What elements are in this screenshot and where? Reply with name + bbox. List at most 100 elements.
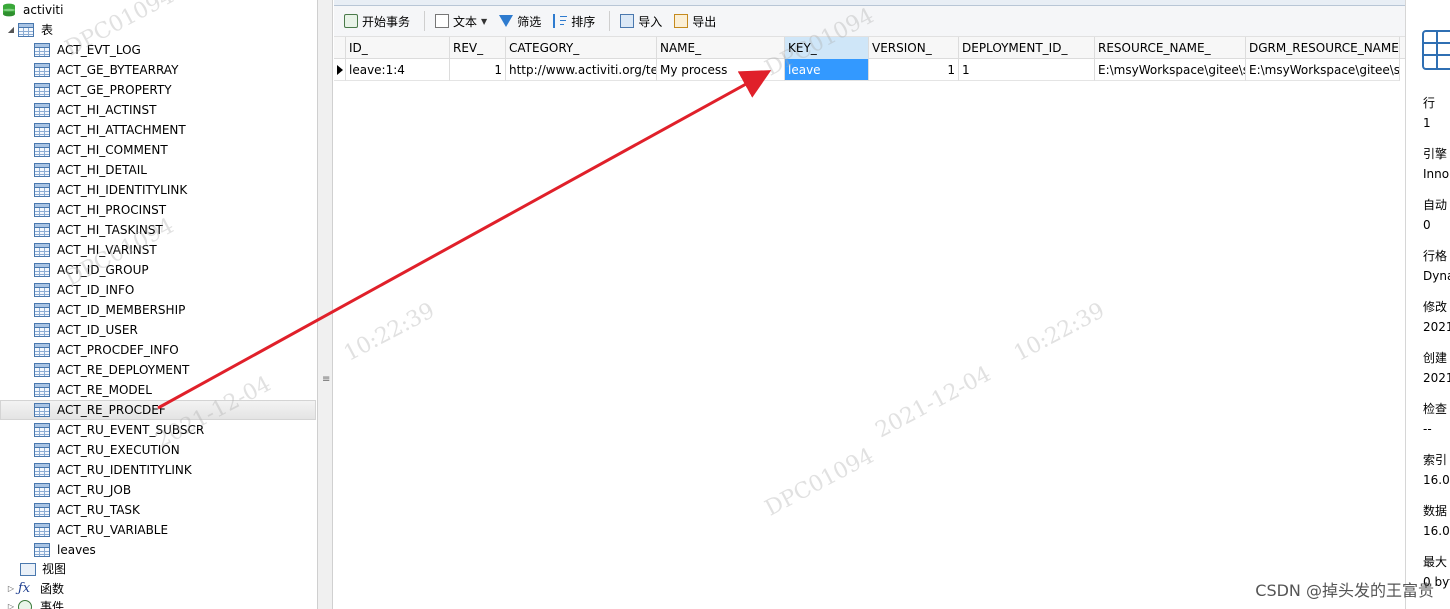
column-header[interactable]: DGRM_RESOURCE_NAME — [1246, 37, 1400, 59]
table-row[interactable]: leave:1:4 1 http://www.activiti.org/tes My … — [334, 59, 1405, 81]
column-header[interactable]: ID_ — [346, 37, 450, 59]
document-icon — [435, 14, 450, 28]
begin-transaction-button[interactable]: 开始事务 — [340, 9, 414, 33]
tree-views-group[interactable]: 视图 — [20, 559, 66, 579]
tree-table-item[interactable]: ACT_HI_ATTACHMENT — [34, 120, 186, 140]
tables-group-icon — [18, 23, 34, 37]
grid-cell[interactable]: leave — [785, 59, 869, 81]
tree-table-item[interactable]: ACT_ID_INFO — [34, 280, 134, 300]
info-label: 自动 — [1423, 198, 1448, 212]
grid-cell[interactable]: leave:1:4 — [346, 59, 450, 81]
tree-table-item[interactable]: ACT_RU_TASK — [34, 500, 140, 520]
grid-cell[interactable]: My process — [657, 59, 785, 81]
tree-database[interactable]: activiti — [2, 0, 63, 20]
expand-icon[interactable]: ▷ — [6, 597, 16, 609]
tree-table-item[interactable]: ACT_GE_BYTEARRAY — [34, 60, 178, 80]
tree-table-item[interactable]: ACT_HI_VARINST — [34, 240, 157, 260]
collapse-icon[interactable]: ◢ — [6, 20, 16, 40]
database-icon — [3, 3, 15, 17]
column-header[interactable]: KEY_ — [785, 37, 869, 59]
table-icon — [34, 523, 50, 537]
text-view-button[interactable]: 文本 ▼ — [431, 9, 491, 33]
table-name: ACT_RE_MODEL — [57, 383, 152, 397]
tree-functions-group[interactable]: ▷ ƒx 函数 — [6, 579, 64, 599]
column-header[interactable]: RESOURCE_NAME_ — [1095, 37, 1246, 59]
tree-table-item[interactable]: ACT_HI_TASKINST — [34, 220, 163, 240]
filter-button[interactable]: 筛选 — [495, 9, 545, 33]
table-name: ACT_RU_EXECUTION — [57, 443, 180, 457]
tree-table-item[interactable]: ACT_RE_MODEL — [34, 380, 152, 400]
info-value: -- — [1423, 422, 1432, 436]
current-row-indicator[interactable] — [334, 59, 346, 81]
tree-table-item[interactable]: ACT_RU_EXECUTION — [34, 440, 180, 460]
export-label: 导出 — [692, 14, 717, 29]
info-label: 行格 — [1423, 249, 1448, 263]
tree-events-group[interactable]: ▷ 事件 — [6, 597, 64, 609]
panel-splitter[interactable]: ≡ — [318, 0, 333, 609]
toolbar-divider — [609, 11, 611, 31]
sort-button[interactable]: 排序 — [549, 9, 599, 33]
grid-cell[interactable]: E:\msyWorkspace\gitee\s — [1246, 59, 1400, 81]
table-name: ACT_EVT_LOG — [57, 43, 141, 57]
column-header[interactable]: NAME_ — [657, 37, 785, 59]
splitter-grip-icon[interactable]: ≡ — [322, 374, 330, 385]
info-value: 2021 — [1423, 371, 1450, 385]
tree-table-item[interactable]: ACT_RU_EVENT_SUBSCR — [34, 420, 204, 440]
table-name: ACT_ID_GROUP — [57, 263, 149, 277]
grid-body: leave:1:4 1 http://www.activiti.org/tes My … — [334, 59, 1405, 81]
table-icon — [34, 363, 50, 377]
events-group-label: 事件 — [40, 600, 65, 609]
tree-table-item[interactable]: ACT_EVT_LOG — [34, 40, 141, 60]
tree-table-item[interactable]: ACT_PROCDEF_INFO — [34, 340, 179, 360]
tree-table-item[interactable]: ACT_ID_GROUP — [34, 260, 149, 280]
table-icon — [34, 543, 50, 557]
column-header[interactable]: CATEGORY_ — [506, 37, 657, 59]
transaction-icon — [344, 14, 358, 28]
info-value: 16.00 — [1423, 524, 1450, 538]
grid-cell[interactable]: 1 — [869, 59, 959, 81]
table-icon — [34, 383, 50, 397]
import-button[interactable]: 导入 — [616, 9, 666, 33]
app-window: activiti ◢ 表 ACT_EVT_LOG ACT_GE_BYTEARRAY… — [0, 0, 1450, 609]
table-icon — [34, 243, 50, 257]
tree-table-item[interactable]: ACT_HI_ACTINST — [34, 100, 156, 120]
info-value: 1 — [1423, 116, 1431, 130]
table-icon — [34, 83, 50, 97]
tree-tables-group[interactable]: ◢ 表 — [6, 20, 53, 40]
column-header[interactable]: REV_ — [450, 37, 506, 59]
table-name: leaves — [57, 543, 96, 557]
tree-table-item[interactable]: ACT_RE_DEPLOYMENT — [34, 360, 189, 380]
tree-table-item[interactable]: ACT_RE_PROCDEF — [0, 400, 316, 420]
tree-table-item[interactable]: ACT_HI_DETAIL — [34, 160, 147, 180]
column-header[interactable]: DEPLOYMENT_ID_ — [959, 37, 1095, 59]
table-name: ACT_RU_TASK — [57, 503, 140, 517]
table-icon — [34, 443, 50, 457]
tree-table-item[interactable]: ACT_ID_USER — [34, 320, 138, 340]
tree-table-item[interactable]: ACT_HI_PROCINST — [34, 200, 166, 220]
export-icon — [674, 14, 689, 28]
import-label: 导入 — [638, 14, 663, 29]
grid-cell[interactable]: 1 — [450, 59, 506, 81]
table-name: ACT_RE_PROCDEF — [57, 403, 166, 417]
info-value: 0 — [1423, 218, 1431, 232]
tree-table-item[interactable]: ACT_HI_IDENTITYLINK — [34, 180, 187, 200]
tree-table-item[interactable]: ACT_RU_IDENTITYLINK — [34, 460, 192, 480]
caret-down-icon[interactable]: ▼ — [481, 17, 487, 26]
tree-table-item[interactable]: ACT_ID_MEMBERSHIP — [34, 300, 185, 320]
views-group-label: 视图 — [42, 562, 67, 576]
tree-table-item[interactable]: leaves — [34, 540, 96, 560]
grid-cell[interactable]: E:\msyWorkspace\gitee\s — [1095, 59, 1246, 81]
tree-table-item[interactable]: ACT_RU_VARIABLE — [34, 520, 168, 540]
tree-table-item[interactable]: ACT_RU_JOB — [34, 480, 131, 500]
expand-icon[interactable]: ▷ — [6, 579, 16, 599]
table-name: ACT_HI_COMMENT — [57, 143, 168, 157]
tree-table-item[interactable]: ACT_GE_PROPERTY — [34, 80, 172, 100]
table-icon — [34, 343, 50, 357]
column-header[interactable]: VERSION_ — [869, 37, 959, 59]
grid-cell[interactable]: 1 — [959, 59, 1095, 81]
tree-table-item[interactable]: ACT_HI_COMMENT — [34, 140, 168, 160]
table-icon — [34, 403, 50, 417]
table-name: ACT_HI_TASKINST — [57, 223, 163, 237]
grid-cell[interactable]: http://www.activiti.org/tes — [506, 59, 657, 81]
export-button[interactable]: 导出 — [670, 9, 720, 33]
